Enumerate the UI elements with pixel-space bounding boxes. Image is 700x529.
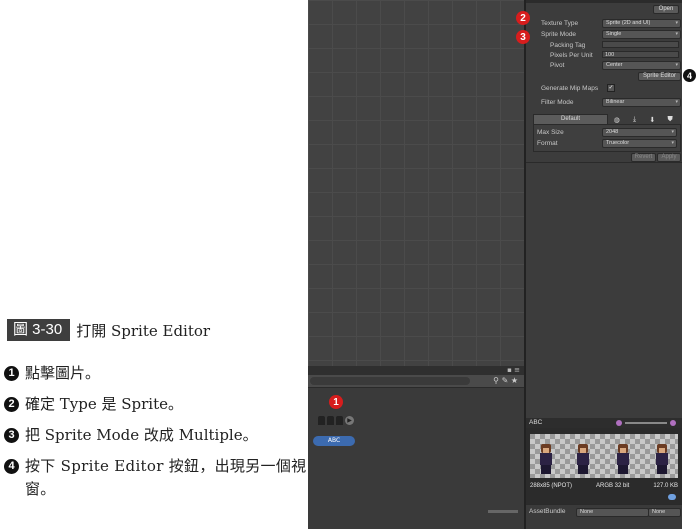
callout-1: 1: [329, 395, 343, 409]
step-4: 4 按下 Sprite Editor 按鈕，出現另一個視窗。: [4, 455, 310, 501]
step-number: 2: [4, 397, 19, 412]
filter-mode-label: Filter Mode: [541, 99, 574, 106]
figure-title: 打開 Sprite Editor: [76, 321, 211, 340]
web-platform-icon[interactable]: ◍: [608, 116, 626, 124]
character-sprite: [654, 444, 670, 474]
project-panel: ▶ ABC: [308, 388, 524, 529]
texture-info: 288x85 (NPOT) ARGB 32 bit 127.0 KB: [530, 483, 678, 489]
step-number: 3: [4, 428, 19, 443]
texture-type-label: Texture Type: [541, 20, 579, 27]
alpha-toggle-icon[interactable]: [616, 420, 622, 426]
format-dropdown[interactable]: Truecolor: [602, 139, 677, 148]
filter-mode-dropdown[interactable]: Bilinear: [602, 98, 681, 107]
ppu-label: Pixels Per Unit: [550, 52, 593, 59]
character-icon: [327, 416, 334, 425]
pivot-label: Pivot: [550, 62, 565, 69]
step-1: 1 點擊圖片。: [4, 362, 310, 385]
figure-label: 圖 3-30: [7, 319, 71, 341]
step-number: 1: [4, 366, 19, 381]
step-3: 3 把 Sprite Mode 改成 Multiple。: [4, 424, 310, 447]
open-button[interactable]: Open: [653, 5, 679, 14]
platform-tabs: Default ◍ ⤓ ⬇ ⛊: [533, 114, 679, 125]
texture-size: 127.0 KB: [653, 483, 678, 489]
mipmaps-checkbox[interactable]: ✓: [607, 84, 615, 92]
character-icon: [318, 416, 325, 425]
character-icon: [336, 416, 343, 425]
inspector-header: [526, 0, 682, 3]
unity-screenshot: ▪ ≡ ⚲ ✎ ★ ▶ ABC Open Texture Type Sprite…: [308, 0, 682, 529]
asset-name-label[interactable]: ABC: [313, 436, 355, 446]
texture-type-dropdown[interactable]: Sprite (2D and UI): [602, 19, 681, 28]
expand-arrow-icon[interactable]: ▶: [345, 416, 354, 425]
step-list: 1 點擊圖片。 2 確定 Type 是 Sprite。 3 把 Sprite M…: [4, 362, 310, 509]
step-text: 點擊圖片。: [25, 364, 101, 382]
character-sprite: [538, 444, 554, 474]
format-label: Format: [537, 140, 558, 147]
sprite-editor-button[interactable]: Sprite Editor: [638, 72, 681, 81]
packing-tag-label: Packing Tag: [550, 42, 586, 49]
max-size-dropdown[interactable]: 2048: [602, 128, 677, 137]
label-tag-icon[interactable]: [668, 494, 676, 500]
standalone-download-icon[interactable]: ⤓: [626, 116, 644, 124]
scene-view[interactable]: [308, 0, 524, 366]
project-panel-header: ▪ ≡: [308, 366, 524, 375]
callout-3: 3: [516, 30, 530, 44]
max-size-label: Max Size: [537, 129, 564, 136]
texture-format: ARGB 32 bit: [595, 483, 630, 489]
mobile-download-icon[interactable]: ⬇: [643, 116, 661, 124]
project-search-input[interactable]: [310, 377, 470, 385]
zoom-slider[interactable]: [488, 510, 518, 513]
apply-button[interactable]: Apply: [657, 153, 681, 162]
step-text: 把 Sprite Mode 改成 Multiple。: [25, 426, 258, 444]
preview-header: ABC: [526, 418, 682, 428]
texture-dimensions: 288x85 (NPOT): [530, 483, 573, 489]
panel-menu-icon[interactable]: ▪ ≡: [507, 366, 520, 375]
assetbundle-bar: AssetBundle None None: [526, 504, 682, 529]
project-toolbar: ⚲ ✎ ★: [308, 375, 524, 388]
step-text: 按下 Sprite Editor 按鈕，出現另一個視窗。: [25, 457, 307, 498]
step-number: 4: [4, 459, 19, 474]
step-text: 確定 Type 是 Sprite。: [25, 395, 184, 413]
preview-controls: [616, 420, 676, 426]
platform-settings: Max Size 2048 Format Truecolor: [533, 124, 681, 152]
sprite-mode-label: Sprite Mode: [541, 31, 577, 38]
channel-icon[interactable]: [670, 420, 676, 426]
ppu-field[interactable]: 100: [602, 51, 679, 58]
texture-preview: 288x85 (NPOT) ARGB 32 bit 127.0 KB: [526, 428, 682, 504]
html5-icon[interactable]: ⛊: [661, 116, 679, 124]
packing-tag-field[interactable]: [602, 41, 679, 48]
assetbundle-label: AssetBundle: [529, 508, 566, 515]
step-2: 2 確定 Type 是 Sprite。: [4, 393, 310, 416]
character-sprite: [615, 444, 631, 474]
filter-icons[interactable]: ⚲ ✎ ★: [493, 376, 518, 386]
mip-slider[interactable]: [625, 422, 667, 424]
sprite-mode-dropdown[interactable]: Single: [602, 30, 681, 39]
inspector-panel: Open Texture Type Sprite (2D and UI) Spr…: [526, 0, 682, 418]
preview-title: ABC: [529, 419, 543, 426]
pivot-dropdown[interactable]: Center: [602, 61, 681, 70]
assetbundle-variant-dropdown[interactable]: None: [648, 508, 681, 517]
asset-thumbnail[interactable]: ▶: [318, 416, 354, 425]
callout-2: 2: [516, 11, 530, 25]
mipmaps-label: Generate Mip Maps: [541, 85, 599, 92]
revert-button[interactable]: Revert: [631, 153, 656, 162]
inspector-divider: [526, 162, 682, 163]
callout-4: 4: [683, 69, 696, 82]
figure-caption: 圖 3-30 打開 Sprite Editor: [7, 318, 210, 342]
assetbundle-name-dropdown[interactable]: None: [576, 508, 649, 517]
character-sprite: [575, 444, 591, 474]
preview-image: [530, 434, 678, 478]
